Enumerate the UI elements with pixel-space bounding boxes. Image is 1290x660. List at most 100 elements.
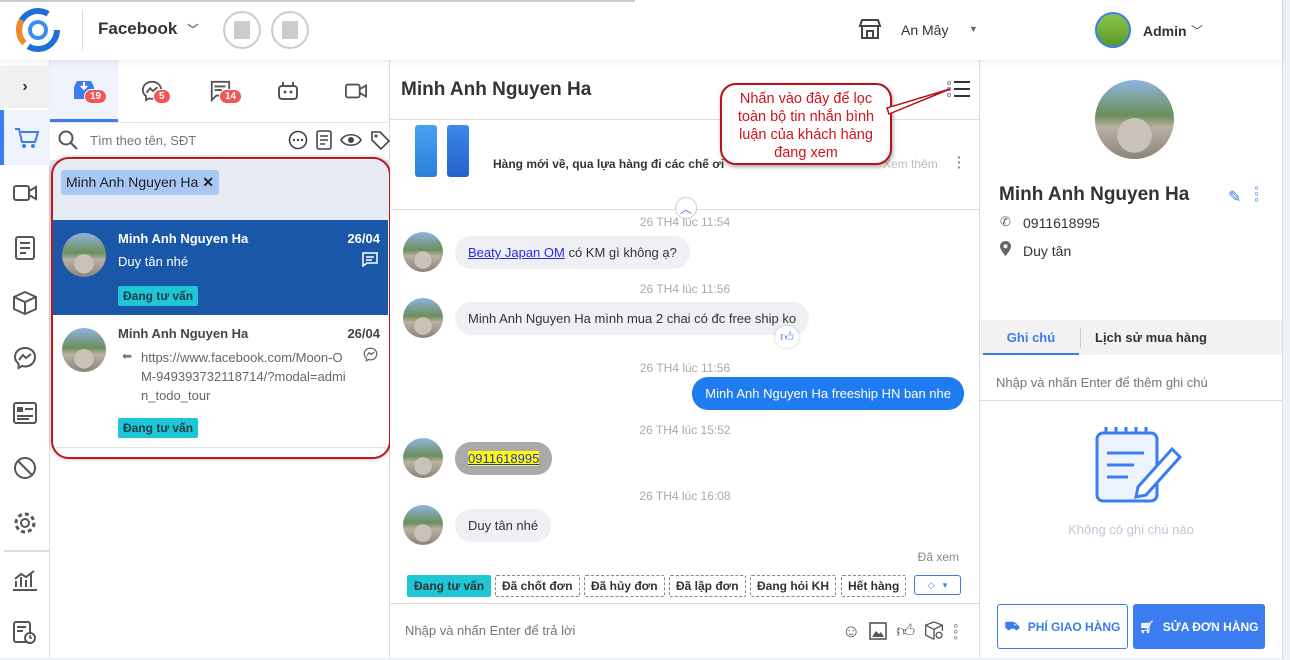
reply-icon: ⬅	[122, 349, 133, 363]
see-more-link[interactable]: Xem thêm	[883, 157, 938, 171]
chat-filter-icon[interactable]	[288, 130, 308, 150]
button-label: SỬA ĐƠN HÀNG	[1162, 619, 1259, 634]
tab-comments[interactable]: 14	[186, 60, 254, 122]
message-time: 26 TH4 lúc 11:56	[639, 361, 731, 375]
quick-tag[interactable]: Đang tư vấn	[407, 575, 492, 597]
quick-tag[interactable]: Đã hủy đơn	[584, 575, 665, 597]
sidebar-item-messenger[interactable]	[0, 330, 50, 385]
callout-pointer	[886, 88, 951, 115]
chevron-up-icon: ︿	[679, 202, 692, 216]
caret-down-icon[interactable]: ▼	[969, 24, 978, 34]
status-tag: Đang tư vấn	[118, 418, 199, 438]
sidebar-item-cart[interactable]	[0, 110, 50, 165]
customer-avatar	[403, 505, 443, 545]
channel-select[interactable]: Facebook ﹀	[98, 19, 198, 39]
sidebar-item-orders[interactable]	[0, 220, 50, 275]
conversation-preview: https://www.facebook.com/Moon-OM-9493937…	[141, 350, 346, 403]
note-input[interactable]	[996, 372, 1266, 392]
conversation-item[interactable]: Minh Anh Nguyen Ha 26/04 Duy tân nhé Đan…	[52, 220, 388, 315]
sidebar-item-blocked[interactable]	[0, 440, 50, 495]
user-name[interactable]: Admin	[1143, 23, 1187, 39]
image-icon[interactable]	[869, 622, 888, 640]
message-text: có KM gì không ạ?	[568, 245, 677, 260]
search-input[interactable]	[90, 130, 280, 150]
top-border	[0, 0, 635, 2]
eye-icon[interactable]	[340, 133, 362, 147]
user-avatar[interactable]	[1095, 12, 1131, 48]
quick-tag[interactable]: Hết hàng	[841, 575, 907, 597]
filter-area: Minh Anh Nguyen Ha ✕	[50, 160, 390, 220]
chevron-right-icon: ›	[22, 78, 28, 95]
conversation-item[interactable]: Minh Anh Nguyen Ha 26/04 ⬅ https://www.f…	[52, 315, 388, 448]
sidebar-item-products[interactable]	[0, 275, 50, 330]
gear-icon	[14, 512, 36, 533]
empty-notes-text: Không có ghi chú nào	[1068, 522, 1194, 537]
ban-icon	[14, 456, 36, 479]
cart-icon	[15, 127, 40, 148]
nav-sidebar: ›	[0, 60, 50, 658]
shop-bag-icon[interactable]	[223, 11, 261, 49]
sidebar-item-reports[interactable]	[0, 552, 50, 607]
tab-bot[interactable]	[254, 60, 322, 122]
more-options-icon[interactable]: ◦ ◦ ◦	[953, 618, 958, 644]
like-icon[interactable]: 👍︎	[896, 620, 915, 642]
order-filter-icon[interactable]	[316, 130, 332, 150]
reply-input[interactable]	[405, 620, 805, 640]
message-time: 26 TH4 lúc 11:56	[639, 282, 731, 296]
customer-address: Duy tân	[1023, 243, 1072, 259]
phone-link[interactable]: 0911618995	[468, 451, 540, 466]
mention-link[interactable]: Beaty Japan OM	[468, 245, 565, 260]
emoji-icon[interactable]: ☺	[842, 621, 860, 642]
more-options-icon[interactable]: ◦ ◦ ◦	[1254, 180, 1259, 206]
filter-chip[interactable]: Minh Anh Nguyen Ha ✕	[61, 170, 219, 195]
conversation-preview: Duy tân nhé	[118, 254, 189, 269]
tag-icon[interactable]	[370, 130, 390, 150]
status-tag: Đang tư vấn	[118, 286, 199, 306]
sidebar-item-history[interactable]	[0, 605, 50, 660]
sidebar-item-settings[interactable]	[0, 495, 50, 550]
shop-bag-icon[interactable]	[271, 11, 309, 49]
message-time: 26 TH4 lúc 11:54	[639, 215, 731, 229]
quick-tag[interactable]: Đã lập đơn	[669, 575, 746, 597]
tab-inbox[interactable]: 19	[50, 60, 118, 122]
message-bubble: Beaty Japan OM có KM gì không ạ?	[455, 236, 690, 269]
product-search-icon[interactable]	[924, 621, 944, 641]
channel-label: Facebook	[98, 19, 178, 38]
message-bubble: 0911618995	[455, 442, 553, 475]
quick-tag[interactable]: Đang hỏi KH	[750, 575, 836, 597]
message-time: 26 TH4 lúc 16:08	[639, 489, 731, 503]
sidebar-item-contacts[interactable]	[0, 385, 50, 440]
more-options-icon[interactable]: · · ·	[957, 150, 962, 174]
tab-notes[interactable]: Ghi chú	[983, 320, 1079, 355]
cart-icon: 🛒︎	[1139, 619, 1155, 634]
edit-icon[interactable]: ✎	[1228, 187, 1241, 207]
seen-status: Đã xem	[917, 550, 959, 564]
tab-messenger[interactable]: 5	[118, 60, 186, 122]
customer-panel: Minh Anh Nguyen Ha ✎ ◦ ◦ ◦ ✆ 0911618995 Du…	[980, 60, 1282, 658]
tab-purchase-history[interactable]: Lịch sử mua hàng	[1081, 320, 1221, 355]
quick-tag[interactable]: Đã chốt đơn	[495, 575, 580, 597]
tag-icon: ◇	[927, 579, 935, 590]
shipping-icon: ⛟	[1004, 618, 1020, 633]
edit-order-button[interactable]: 🛒︎ SỬA ĐƠN HÀNG	[1133, 604, 1265, 649]
chevron-down-icon: ▾	[942, 579, 948, 590]
divider	[390, 603, 980, 604]
tag-dropdown[interactable]: ◇ ▾	[914, 575, 961, 595]
chevron-down-icon: ﹀	[187, 24, 199, 36]
message-time: 26 TH4 lúc 15:52	[639, 423, 731, 437]
expand-sidebar-button[interactable]: ›	[0, 66, 50, 108]
like-icon[interactable]: 👍︎	[775, 326, 799, 348]
conversation-list-panel: 19 5 14 Minh Anh Nguyen Ha ✕ Minh Anh Ng…	[50, 60, 391, 658]
message-bubble-outgoing: Minh Anh Nguyen Ha freeship HN ban nhe	[692, 377, 964, 410]
chevron-down-icon[interactable]: ﹀	[1191, 22, 1203, 39]
store-name[interactable]: An Mây	[901, 22, 948, 38]
shipping-fee-button[interactable]: ⛟ PHÍ GIAO HÀNG	[997, 604, 1128, 649]
video-icon	[13, 184, 37, 201]
close-icon[interactable]: ✕	[202, 174, 214, 190]
tab-video[interactable]	[322, 60, 390, 122]
message-bubble: Duy tân nhé	[455, 509, 552, 542]
button-label: PHÍ GIAO HÀNG	[1027, 619, 1121, 634]
page-scrollbar[interactable]	[1282, 0, 1290, 658]
sidebar-item-video[interactable]	[0, 165, 50, 220]
tooltip-callout: Nhấn vào đây để lọc toàn bộ tin nhắn bìn…	[720, 83, 892, 165]
